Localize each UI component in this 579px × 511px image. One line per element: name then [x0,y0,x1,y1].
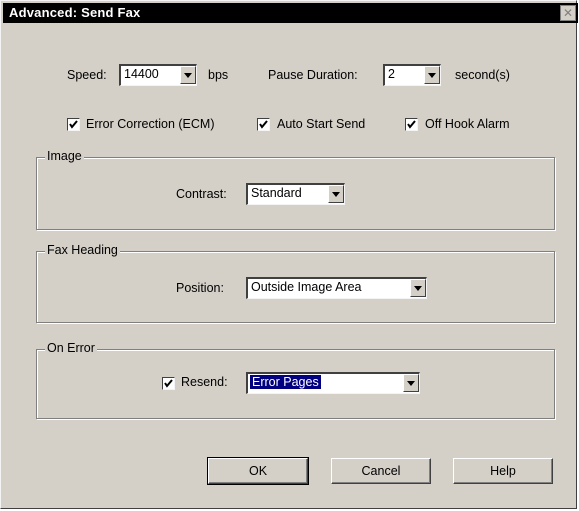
checkmark-icon [407,120,416,129]
fax-heading-group: Fax Heading Position: Outside Image Area [36,243,555,323]
checkmark-icon [164,379,173,388]
speed-label: Speed: [67,68,107,82]
image-group: Image Contrast: Standard [36,149,555,230]
position-value: Outside Image Area [251,280,362,294]
cancel-button[interactable]: Cancel [331,458,431,484]
ok-button[interactable]: OK [207,457,309,485]
image-group-legend: Image [45,149,84,163]
resend-value: Error Pages [249,374,322,390]
chevron-down-icon[interactable] [328,185,344,203]
pause-duration-select[interactable]: 2 [383,64,441,86]
speed-select[interactable]: 14400 [119,64,197,86]
close-button[interactable]: ✕ [560,5,576,21]
checkmark-icon [259,120,268,129]
speed-value: 14400 [124,67,159,81]
contrast-value: Standard [251,186,302,200]
checkmark-icon [69,120,78,129]
pause-duration-value: 2 [388,67,395,81]
speed-unit: bps [208,68,229,82]
pause-duration-unit: second(s) [455,68,510,82]
auto-start-send-checkbox[interactable] [257,118,270,131]
off-hook-alarm-label: Off Hook Alarm [425,117,510,131]
chevron-down-icon[interactable] [424,66,440,84]
position-select[interactable]: Outside Image Area [246,277,427,299]
send-fax-dialog: Advanced: Send Fax ✕ Speed: 14400 bps Pa… [0,0,578,509]
ecm-checkbox[interactable] [67,118,80,131]
chevron-down-icon[interactable] [180,66,196,84]
title-bar[interactable]: Advanced: Send Fax ✕ [3,3,578,23]
resend-select[interactable]: Error Pages [246,372,420,394]
chevron-down-icon[interactable] [410,279,426,297]
contrast-select[interactable]: Standard [246,183,345,205]
resend-checkbox[interactable] [162,377,175,390]
off-hook-alarm-checkbox[interactable] [405,118,418,131]
chevron-down-icon[interactable] [403,374,419,392]
auto-start-send-label: Auto Start Send [277,117,366,131]
on-error-group-legend: On Error [45,341,97,355]
resend-label: Resend: [181,375,228,389]
pause-duration-label: Pause Duration: [268,68,358,82]
contrast-label: Contrast: [176,187,227,201]
close-icon: ✕ [562,6,574,20]
position-label: Position: [176,281,224,295]
fax-heading-group-legend: Fax Heading [45,243,120,257]
on-error-group: On Error Resend: Error Pages [36,341,555,419]
dialog-title: Advanced: Send Fax [9,5,141,20]
ecm-label: Error Correction (ECM) [86,117,215,131]
help-button[interactable]: Help [453,458,553,484]
